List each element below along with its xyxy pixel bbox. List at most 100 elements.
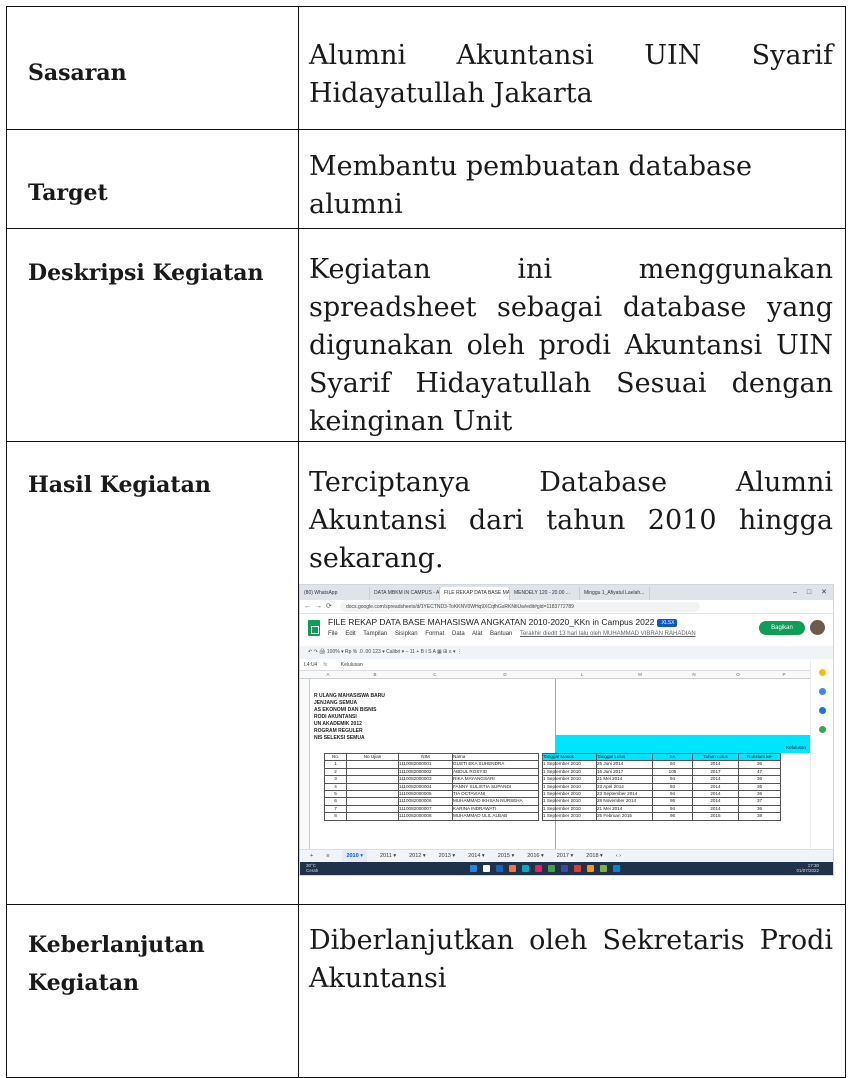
col-no[interactable]: No. — [324, 752, 347, 762]
table-cell[interactable]: 2 — [324, 767, 347, 777]
table-cell[interactable]: 1110082000008 — [398, 812, 453, 821]
col-yudisium[interactable]: Yudisium ke- — [738, 752, 781, 762]
table-cell[interactable]: 105 — [652, 767, 693, 777]
table-cell[interactable]: GUSTI EKA SUHENDRA — [452, 760, 539, 769]
table-cell[interactable]: 38 — [738, 812, 781, 821]
table-cell[interactable]: 25 Juni 2014 — [596, 760, 653, 769]
taskbar-app-icon[interactable] — [470, 865, 477, 872]
table-cell[interactable] — [346, 790, 399, 799]
last-edit-link[interactable]: Terakhir diedit 13 hari lalu oleh MUHAMM… — [520, 631, 696, 637]
col-nim[interactable]: NIM — [398, 752, 453, 762]
table-cell[interactable]: 36 — [738, 775, 781, 784]
doc-title[interactable]: FILE REKAP DATA BASE MAHASISWA ANGKATAN … — [328, 617, 654, 627]
table-cell[interactable]: 37 — [738, 797, 781, 806]
menu-data[interactable]: Data — [452, 631, 465, 637]
column-header[interactable]: A — [318, 671, 338, 679]
table-cell[interactable]: 5 — [324, 790, 347, 799]
taskbar-app-icon[interactable] — [496, 865, 503, 872]
side-panel-app-icon[interactable] — [818, 669, 826, 676]
taskbar-app-icon[interactable] — [548, 865, 555, 872]
table-cell[interactable] — [346, 767, 399, 777]
table-cell[interactable]: 28 November 2014 — [596, 797, 653, 806]
maximize-icon[interactable]: □ — [807, 585, 811, 600]
table-cell[interactable]: 93 — [652, 782, 693, 792]
url-field[interactable]: docs.google.com/spreadsheets/d/1YECTND3-… — [340, 602, 700, 612]
table-cell[interactable] — [346, 782, 399, 792]
taskbar-app-icon[interactable] — [600, 865, 607, 872]
table-cell[interactable]: 36 — [738, 804, 781, 814]
table-cell[interactable]: 2014 — [692, 775, 739, 784]
table-cell[interactable]: 1110082000007 — [398, 804, 453, 814]
column-header[interactable]: P — [774, 671, 794, 679]
table-cell[interactable]: 94 — [652, 804, 693, 814]
table-cell[interactable]: 35 — [738, 782, 781, 792]
table-cell[interactable]: 21 Mei 2014 — [596, 804, 653, 814]
menu-tools[interactable]: Alat — [472, 631, 482, 637]
table-cell[interactable]: 1 September 2010 — [542, 797, 597, 806]
side-panel-app-icon[interactable] — [818, 726, 826, 733]
clock[interactable]: 17:30 01/07/2022 — [796, 863, 819, 874]
taskbar-app-icon[interactable] — [561, 865, 568, 872]
table-cell[interactable]: 4 — [324, 782, 347, 792]
formula-value[interactable]: Kelulusan — [341, 662, 363, 668]
table-cell[interactable]: 2015 — [692, 812, 739, 821]
menu-help[interactable]: Bantuan — [490, 631, 512, 637]
table-cell[interactable]: 2014 — [692, 790, 739, 799]
table-cell[interactable]: 8 — [324, 812, 347, 821]
sheet-grid[interactable]: A B C D L M N O P R ULANG MAHASISWA BARU… — [300, 671, 810, 849]
taskbar-app-icon[interactable] — [522, 865, 529, 872]
menu-format[interactable]: Format — [425, 631, 444, 637]
table-cell[interactable] — [346, 804, 399, 814]
avatar[interactable] — [810, 620, 825, 635]
table-cell[interactable]: 1110082000004 — [398, 782, 453, 792]
col-no-ujian[interactable]: No Ujian — [346, 752, 399, 762]
col-tahun-lulus[interactable]: Tahun Lulus — [692, 752, 739, 762]
weather-widget[interactable]: 30°C Cerah — [306, 863, 318, 873]
table-cell[interactable]: 1 September 2010 — [542, 775, 597, 784]
table-cell[interactable]: MUHAMMAD IKHSAN NURSEHA — [452, 797, 539, 806]
table-cell[interactable]: FANNY SULISTIA SUPANDI — [452, 782, 539, 792]
table-cell[interactable]: TIA OCTAVIANI — [452, 790, 539, 799]
taskbar-app-icon[interactable] — [483, 865, 490, 872]
table-cell[interactable] — [346, 812, 399, 821]
menu-edit[interactable]: Edit — [345, 631, 355, 637]
table-cell[interactable]: 94 — [652, 790, 693, 799]
table-cell[interactable]: 1 September 2010 — [542, 782, 597, 792]
col-nama[interactable]: Nama — [452, 752, 539, 762]
table-cell[interactable]: MUHAMMAD ULIL ALBAB — [452, 812, 539, 821]
table-cell[interactable]: 47 — [738, 767, 781, 777]
table-cell[interactable]: 1 September 2010 — [542, 767, 597, 777]
table-cell[interactable]: 25 Februari 2015 — [596, 812, 653, 821]
table-cell[interactable]: 36 — [738, 790, 781, 799]
table-cell[interactable]: KARINA INDRAWATI — [452, 804, 539, 814]
table-cell[interactable]: 1110082000002 — [398, 767, 453, 777]
table-cell[interactable]: 2014 — [692, 760, 739, 769]
table-cell[interactable]: 2014 — [692, 797, 739, 806]
taskbar-app-icon[interactable] — [535, 865, 542, 872]
menu-insert[interactable]: Sisipkan — [395, 631, 418, 637]
table-cell[interactable]: 36 — [738, 760, 781, 769]
column-header[interactable]: L — [572, 671, 592, 679]
taskbar-app-icon[interactable] — [509, 865, 516, 872]
taskbar-app-icon[interactable] — [574, 865, 581, 872]
menu-file[interactable]: File — [328, 631, 338, 637]
browser-tab-active[interactable]: FILE REKAP DATA BASE MAHA... — [440, 587, 510, 600]
table-cell[interactable] — [346, 797, 399, 806]
column-header[interactable]: O — [728, 671, 748, 679]
table-cell[interactable]: 1 September 2010 — [542, 812, 597, 821]
side-panel-app-icon[interactable] — [818, 688, 826, 695]
table-cell[interactable]: 1 September 2010 — [542, 804, 597, 814]
table-cell[interactable]: 1 September 2010 — [542, 760, 597, 769]
table-cell[interactable]: 3 — [324, 775, 347, 784]
taskbar-app-icon[interactable] — [613, 865, 620, 872]
table-cell[interactable]: 6 — [324, 797, 347, 806]
side-panel-app-icon[interactable] — [818, 707, 826, 714]
table-cell[interactable]: 1110082000001 — [398, 760, 453, 769]
column-header[interactable]: D — [495, 671, 515, 679]
column-header[interactable]: C — [425, 671, 445, 679]
table-cell[interactable]: 96 — [652, 812, 693, 821]
nav-arrows-icon[interactable]: ←→⟳ — [304, 602, 336, 610]
table-cell[interactable]: 7 — [324, 804, 347, 814]
minimize-icon[interactable]: – — [793, 585, 797, 600]
taskbar-app-icon[interactable] — [587, 865, 594, 872]
